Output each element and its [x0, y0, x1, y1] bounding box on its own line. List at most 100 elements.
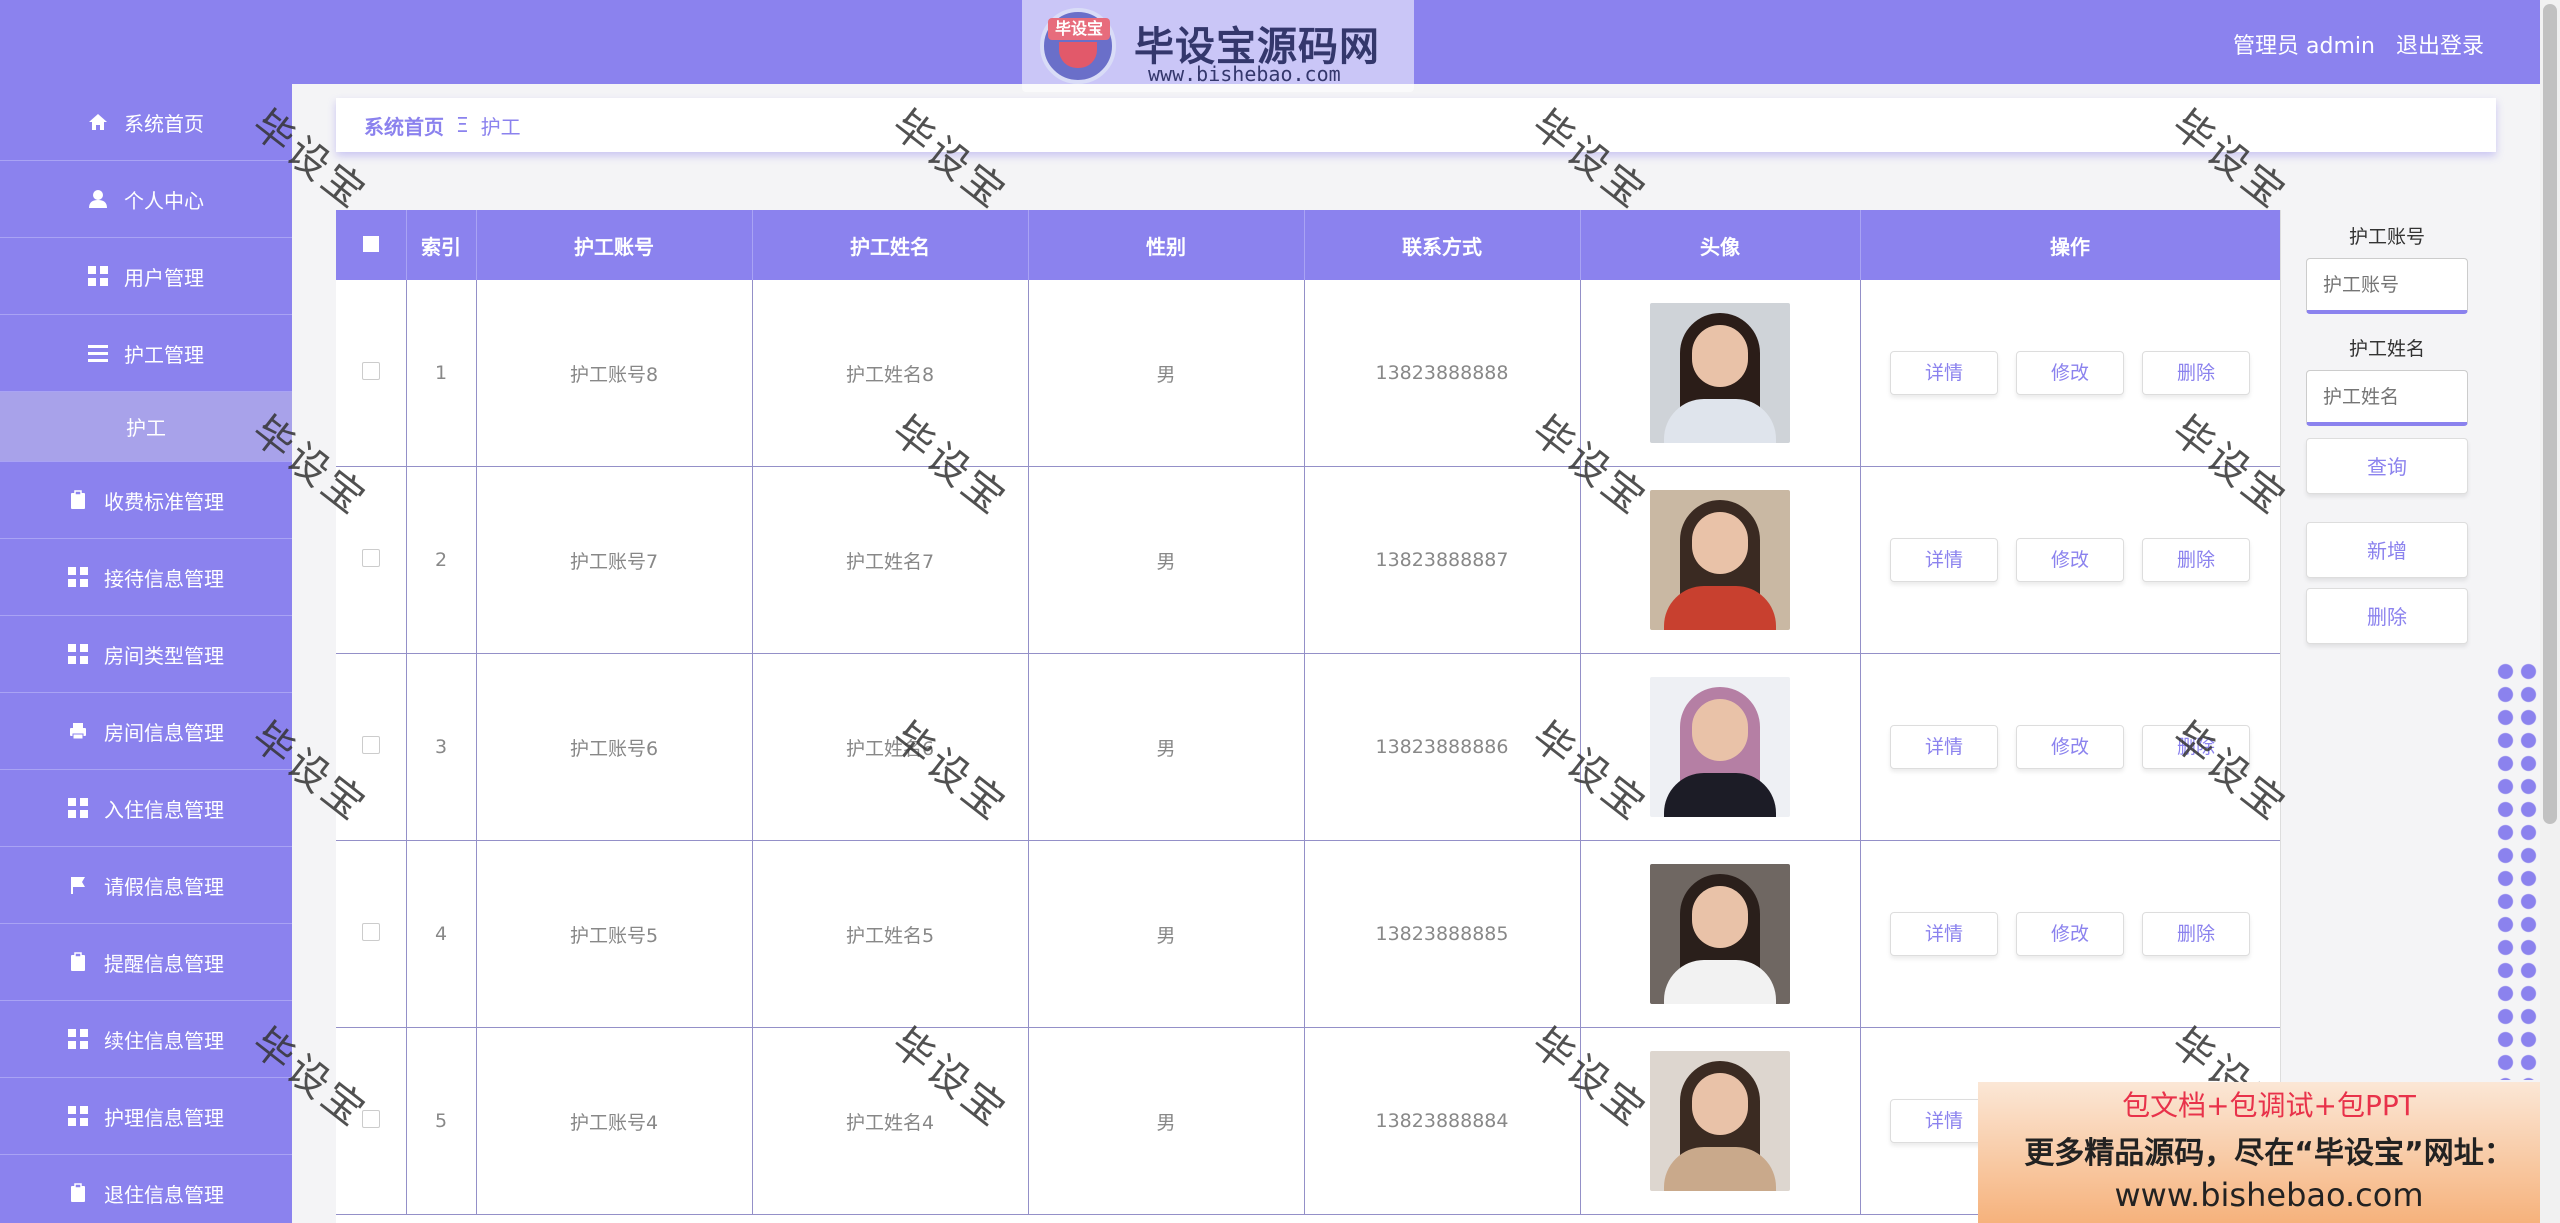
- promo-line-2: 更多精品源码，尽在“毕设宝”网址：: [2024, 1136, 2514, 1171]
- sidebar-item-extend-stay[interactable]: 续住信息管理: [0, 1001, 292, 1078]
- add-button[interactable]: 新增: [2306, 522, 2468, 578]
- cell-account: 护工账号7: [476, 466, 753, 654]
- sidebar-item-home[interactable]: 系统首页: [0, 84, 292, 161]
- detail-button[interactable]: 详情: [1889, 725, 1998, 769]
- breadcrumb-home-link[interactable]: 系统首页: [364, 111, 444, 140]
- cell-index: 4: [406, 840, 477, 1028]
- row-checkbox[interactable]: [361, 361, 380, 380]
- header-name: 护工姓名: [752, 210, 1029, 280]
- table-row: 4 护工账号5 护工姓名5 男 13823888885 详情 修改 删除: [336, 840, 2280, 1028]
- cell-account: 护工账号6: [476, 653, 753, 841]
- cell-index: 5: [406, 1027, 477, 1215]
- sidebar-item-fee-standard[interactable]: 收费标准管理: [0, 462, 292, 539]
- search-panel: 护工账号 护工姓名 查询 新增 删除: [2306, 222, 2468, 644]
- sidebar-item-label: 个人中心: [124, 188, 204, 213]
- cell-name: 护工姓名8: [752, 280, 1029, 467]
- sidebar-menu: 系统首页 个人中心 用户管理 护工管理 护工 收费标准管理 接待信息管理 房间类…: [0, 84, 292, 1223]
- sidebar-subitem-caregiver[interactable]: 护工: [0, 392, 292, 462]
- select-all-checkbox[interactable]: [362, 236, 379, 252]
- decorative-dots: [2494, 660, 2540, 1080]
- grid-icon: [68, 567, 88, 587]
- delete-button[interactable]: 删除: [2142, 725, 2251, 769]
- detail-button[interactable]: 详情: [1889, 912, 1998, 956]
- detail-button[interactable]: 详情: [1889, 538, 1998, 582]
- promo-banner[interactable]: 包文档+包调试+包PPT 更多精品源码，尽在“毕设宝”网址： www.bishe…: [1978, 1082, 2560, 1223]
- cell-name: 护工姓名7: [752, 466, 1029, 654]
- sidebar-item-profile[interactable]: 个人中心: [0, 161, 292, 238]
- site-logo: 毕设宝 毕设宝源码网 www.bishebao.com: [1022, 0, 1414, 92]
- row-checkbox[interactable]: [361, 548, 380, 567]
- cell-phone: 13823888886: [1304, 653, 1581, 841]
- edit-button[interactable]: 修改: [2016, 351, 2124, 395]
- grid-icon: [88, 266, 108, 286]
- sidebar-item-checkin[interactable]: 入住信息管理: [0, 770, 292, 847]
- logout-link[interactable]: 退出登录: [2396, 34, 2484, 59]
- cell-index: 2: [406, 466, 477, 654]
- cell-phone: 13823888884: [1304, 1027, 1581, 1215]
- sidebar-item-room-info[interactable]: 房间信息管理: [0, 693, 292, 770]
- sidebar-item-checkout[interactable]: 退住信息管理: [0, 1155, 292, 1223]
- flag-icon: [71, 877, 85, 894]
- sidebar-item-label: 请假信息管理: [104, 874, 224, 899]
- logo-badge-text: 毕设宝: [1048, 18, 1110, 40]
- row-checkbox[interactable]: [361, 922, 380, 941]
- sidebar-item-label: 护工管理: [124, 342, 204, 367]
- row-checkbox[interactable]: [361, 1109, 380, 1128]
- header-avatar: 头像: [1580, 210, 1861, 280]
- avatar: [1650, 864, 1790, 1004]
- sidebar-item-room-type[interactable]: 房间类型管理: [0, 616, 292, 693]
- scrollbar-thumb[interactable]: [2543, 4, 2557, 824]
- breadcrumb-separator: Ξ: [456, 113, 469, 137]
- edit-button[interactable]: 修改: [2016, 725, 2124, 769]
- list-icon: [88, 343, 108, 363]
- row-checkbox[interactable]: [361, 735, 380, 754]
- delete-button[interactable]: 删除: [2142, 912, 2251, 956]
- avatar: [1650, 490, 1790, 630]
- sidebar-item-reception[interactable]: 接待信息管理: [0, 539, 292, 616]
- sidebar-item-label: 续住信息管理: [104, 1028, 224, 1053]
- name-search-input[interactable]: [2306, 370, 2468, 426]
- admin-user-label: 管理员 admin: [2233, 34, 2375, 59]
- cell-phone: 13823888885: [1304, 840, 1581, 1028]
- detail-button[interactable]: 详情: [1889, 351, 1998, 395]
- sidebar-item-label: 退住信息管理: [104, 1182, 224, 1207]
- table-row: 2 护工账号7 护工姓名7 男 13823888887 详情 修改 删除: [336, 466, 2280, 654]
- sidebar-item-label: 房间信息管理: [104, 720, 224, 745]
- edit-button[interactable]: 修改: [2016, 912, 2124, 956]
- user-icon: [89, 190, 107, 208]
- delete-button[interactable]: 删除: [2142, 351, 2251, 395]
- cell-gender: 男: [1028, 280, 1305, 467]
- account-search-input[interactable]: [2306, 258, 2468, 314]
- breadcrumb-current: 护工: [480, 114, 521, 139]
- sidebar-item-nursing[interactable]: 护理信息管理: [0, 1078, 292, 1155]
- header-index: 索引: [406, 210, 477, 280]
- top-header: 毕设宝 毕设宝源码网 www.bishebao.com 管理员 admin 退出…: [0, 0, 2540, 92]
- promo-line-3: www.bishebao.com: [2114, 1176, 2424, 1214]
- query-button[interactable]: 查询: [2306, 438, 2468, 494]
- cell-account: 护工账号8: [476, 280, 753, 467]
- sidebar-item-caregiver-management[interactable]: 护工管理: [0, 315, 292, 392]
- name-search-label: 护工姓名: [2348, 338, 2425, 360]
- account-search-label: 护工账号: [2348, 226, 2425, 248]
- avatar: [1650, 303, 1790, 443]
- caregiver-table: 索引 护工账号 护工姓名 性别 联系方式 头像 操作 1 护工账号8 护工姓名8…: [336, 210, 2281, 1223]
- clipboard-icon: [71, 952, 85, 971]
- grid-icon: [68, 1029, 88, 1049]
- sidebar-item-label: 用户管理: [124, 265, 204, 290]
- delete-button[interactable]: 删除: [2142, 538, 2251, 582]
- page-scrollbar[interactable]: [2540, 0, 2560, 1223]
- edit-button[interactable]: 修改: [2016, 538, 2124, 582]
- sidebar-item-label: 护理信息管理: [104, 1105, 224, 1130]
- cell-phone: 13823888888: [1304, 280, 1581, 467]
- breadcrumb: 系统首页 Ξ 护工: [336, 98, 2496, 152]
- cell-gender: 男: [1028, 1027, 1305, 1215]
- grid-icon: [68, 798, 88, 818]
- sidebar-item-leave[interactable]: 请假信息管理: [0, 847, 292, 924]
- batch-delete-button[interactable]: 删除: [2306, 588, 2468, 644]
- sidebar-item-reminder[interactable]: 提醒信息管理: [0, 924, 292, 1001]
- logo-badge-icon: 毕设宝: [1040, 8, 1116, 84]
- header-account: 护工账号: [476, 210, 753, 280]
- cell-account: 护工账号4: [476, 1027, 753, 1215]
- sidebar-item-users[interactable]: 用户管理: [0, 238, 292, 315]
- header-select-all[interactable]: [336, 210, 407, 280]
